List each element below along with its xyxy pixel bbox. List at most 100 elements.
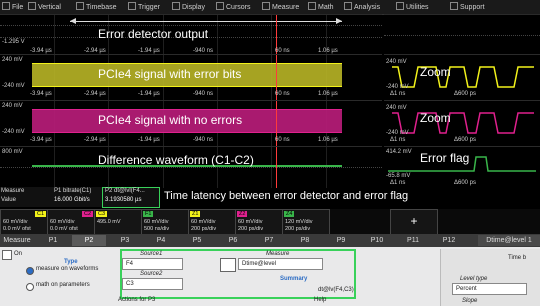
zoom-pane-3[interactable]: 414.2 mV -65.8 mV Error flag Δ1 ns Δ600 … (384, 146, 540, 188)
vertical-icon (28, 2, 36, 10)
channel-c3[interactable]: C3 495.0 mV (94, 209, 142, 235)
zoom-right-time: Δ600 ps (454, 91, 477, 97)
menu-file[interactable]: File (2, 2, 23, 12)
menu-bar: File Vertical Timebase Trigger Display C… (0, 0, 540, 15)
menu-utilities[interactable]: Utilities (396, 2, 429, 12)
tab-p7[interactable]: P7 (252, 235, 286, 246)
scale-top: 800 mV (2, 149, 23, 155)
pane-pcie4-no-errors[interactable]: 240 mV -240 mV PCIe4 signal with no erro… (0, 100, 382, 147)
time-label: -1.94 µs (138, 91, 160, 97)
measure-type-icon[interactable] (220, 258, 236, 272)
utilities-icon (396, 2, 404, 10)
pane-title: PCIe4 signal with no errors (98, 113, 243, 127)
tab-p8[interactable]: P8 (288, 235, 322, 246)
pane-title: Difference waveform (C1-C2) (98, 153, 254, 167)
pane-pcie4-error-bits[interactable]: 240 mV -240 mV PCIe4 signal with error b… (0, 54, 382, 101)
measure-col2: P2 dt@lvl(F4... (105, 188, 145, 194)
menu-measure-label: Measure (272, 4, 300, 11)
tab-p12[interactable]: P12 (432, 235, 466, 246)
time-label: 1.06 µs (318, 91, 338, 97)
tab-p2[interactable]: P2 (72, 235, 106, 246)
add-channel-button[interactable]: + (390, 209, 438, 235)
channel-line2: 200 ps/div (285, 226, 311, 232)
level-type-label: Level type (460, 276, 488, 282)
menu-math[interactable]: Math (308, 2, 334, 12)
channel-line1: 60 mV/div (3, 219, 28, 225)
menu-cursors[interactable]: Cursors (216, 2, 251, 12)
channel-line2: 0.0 mV ofst (50, 226, 78, 232)
channel-z2[interactable]: Z2 60 mV/div 200 ps/div (235, 209, 283, 235)
level-type-select[interactable]: Percent (452, 283, 527, 295)
source2-label: Source2 (140, 271, 163, 277)
time-label: -2.94 µs (84, 137, 106, 143)
zoom-scale-bottom: -65.8 mV (386, 173, 411, 179)
latency-caption: Time latency between error detector and … (164, 190, 409, 202)
time-label: 60 ns (275, 91, 290, 97)
channel-z4[interactable]: Z4 120 mV/div 200 ps/div (282, 209, 330, 235)
type-radio-waveforms[interactable] (26, 267, 34, 275)
channel-tag: Z2 (237, 211, 248, 217)
measure-table[interactable]: Measure Value P1 bitrate(C1) 16.000 Gbit… (0, 187, 160, 208)
menu-display[interactable]: Display (172, 2, 205, 12)
summary-label: Summary (280, 276, 308, 282)
zoom-pane-top[interactable] (384, 14, 540, 55)
channel-line2: 200 ps/div (238, 226, 264, 232)
channel-tag: Z1 (190, 211, 201, 217)
channel-line2: 0.0 mV ofst (3, 226, 31, 232)
channel-tag: C3 (96, 211, 108, 217)
channel-c2[interactable]: C2 60 mV/div 0.0 mV ofst (47, 209, 95, 235)
measure-label: Measure (266, 251, 290, 257)
tab-p9[interactable]: P9 (324, 235, 358, 246)
tab-p4[interactable]: P4 (144, 235, 178, 246)
channel-z1[interactable]: Z1 60 mV/div 200 ps/div (188, 209, 236, 235)
measure-icon (262, 2, 270, 10)
pane-error-detector[interactable]: -1.295 V Error detector output -3.94 µs … (0, 14, 382, 55)
channel-f1[interactable]: F1 60 mV/div 500 ns/div (141, 209, 189, 235)
measure-header: Measure (1, 188, 25, 194)
tab-p3[interactable]: P3 (108, 235, 142, 246)
on-checkbox[interactable] (2, 250, 12, 260)
channel-c1[interactable]: C1 60 mV/div 0.0 mV ofst (0, 209, 48, 235)
value-row-label: Value (1, 197, 16, 203)
channel-line1: 495.0 mV (97, 219, 121, 225)
menu-timebase[interactable]: Timebase (76, 2, 116, 12)
analysis-icon (344, 2, 352, 10)
zoom-pane-1[interactable]: 240 mV -240 mV Zoom Δ1 ns Δ600 ps (384, 54, 540, 101)
tab-dtime-level[interactable]: Dtime@level 1 (478, 235, 540, 246)
channel-line1: 120 mV/div (285, 219, 313, 225)
tab-p5[interactable]: P5 (180, 235, 214, 246)
menu-analysis[interactable]: Analysis (344, 2, 380, 12)
menu-vertical[interactable]: Vertical (28, 2, 61, 12)
zoom-scale-bottom: -240 mV (386, 84, 409, 90)
support-icon (450, 2, 458, 10)
measure-val2: 3.1930580 µs (105, 197, 142, 203)
time-label: -3.94 µs (30, 91, 52, 97)
tab-p11[interactable]: P11 (396, 235, 430, 246)
time-label: -2.94 µs (84, 91, 106, 97)
measure-col1: P1 bitrate(C1) (54, 188, 92, 194)
pane-title: PCIe4 signal with error bits (98, 67, 242, 81)
trigger-icon (128, 2, 136, 10)
type-label: Type (64, 259, 78, 265)
tab-p10[interactable]: P10 (360, 235, 394, 246)
zoom-pane-2[interactable]: 240 mV -240 mV Zoom Δ1 ns Δ600 ps (384, 100, 540, 147)
measure-select[interactable]: Dtime@level (238, 258, 323, 270)
pane-difference[interactable]: 800 mV Difference waveform (C1-C2) (0, 146, 382, 188)
type-radio-parameters[interactable] (26, 283, 34, 291)
tab-p6[interactable]: P6 (216, 235, 250, 246)
menu-support[interactable]: Support (450, 2, 485, 12)
tab-measure[interactable]: Measure (0, 235, 34, 246)
channel-strip: C1 60 mV/div 0.0 mV ofst C2 60 mV/div 0.… (0, 209, 540, 235)
time-label: -1.94 µs (138, 137, 160, 143)
menu-vertical-label: Vertical (38, 4, 61, 11)
menu-trigger[interactable]: Trigger (128, 2, 160, 12)
help-label[interactable]: Help (314, 297, 326, 303)
menu-measure[interactable]: Measure (262, 2, 299, 12)
source1-select[interactable]: F4 (122, 258, 183, 270)
display-icon (172, 2, 180, 10)
time-label: 60 ns (275, 137, 290, 143)
slope-label: Slope (462, 298, 478, 304)
tab-p1[interactable]: P1 (36, 235, 70, 246)
zoom-label: Error flag (420, 151, 470, 165)
source2-select[interactable]: C3 (122, 278, 183, 290)
